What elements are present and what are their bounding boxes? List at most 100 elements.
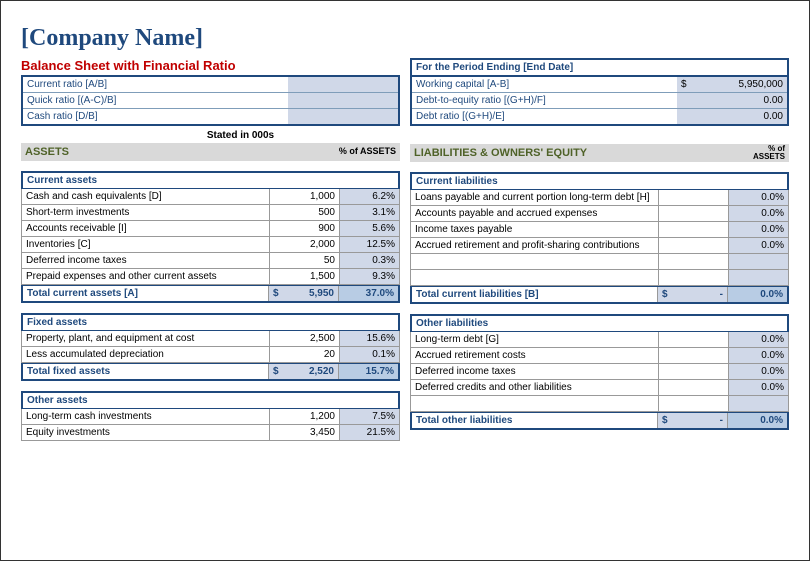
left-ratios-box: Current ratio [A/B]Quick ratio [(A-C)/B]… bbox=[21, 75, 400, 126]
row-pct: 0.0% bbox=[728, 238, 788, 253]
row-pct: 0.0% bbox=[728, 332, 788, 347]
row-label: Inventories [C] bbox=[22, 237, 269, 252]
ratio-row: Cash ratio [D/B] bbox=[23, 109, 398, 124]
row-label: Property, plant, and equipment at cost bbox=[22, 331, 269, 346]
row-value: 1,200 bbox=[269, 409, 339, 424]
total-value: $2,520 bbox=[268, 364, 338, 379]
row-value bbox=[658, 348, 728, 363]
total-value: $5,950 bbox=[268, 286, 338, 301]
table-row: Accrued retirement costs0.0% bbox=[410, 348, 789, 364]
row-value: 20 bbox=[269, 347, 339, 362]
stated-in-000s: Stated in 000s bbox=[21, 126, 400, 143]
table-row: Loans payable and current portion long-t… bbox=[410, 190, 789, 206]
row-label: Short-term investments bbox=[22, 205, 269, 220]
company-title: [Company Name] bbox=[21, 25, 789, 52]
ratio-value bbox=[288, 109, 398, 124]
subtitle: Balance Sheet with Financial Ratio bbox=[21, 58, 400, 73]
table-row: Income taxes payable 0.0% bbox=[410, 222, 789, 238]
table-row: Inventories [C]2,00012.5% bbox=[21, 237, 400, 253]
ratio-value: $5,950,000 bbox=[677, 77, 787, 92]
row-label: Less accumulated depreciation bbox=[22, 347, 269, 362]
total-value: $- bbox=[657, 413, 727, 428]
table-row: Cash and cash equivalents [D]1,0006.2% bbox=[21, 189, 400, 205]
row-pct: 3.1% bbox=[339, 205, 399, 220]
row-value bbox=[658, 206, 728, 221]
spacer-row bbox=[410, 270, 789, 286]
total-pct: 15.7% bbox=[338, 364, 398, 379]
ratio-row: Debt ratio [(G+H)/E]0.00 bbox=[412, 109, 787, 124]
total-pct: 37.0% bbox=[338, 286, 398, 301]
table-row: Accounts receivable [I]9005.6% bbox=[21, 221, 400, 237]
row-value: 1,000 bbox=[269, 189, 339, 204]
row-pct: 0.0% bbox=[728, 206, 788, 221]
ratio-label: Debt-to-equity ratio [(G+H)/F] bbox=[412, 93, 677, 108]
ratio-label: Cash ratio [D/B] bbox=[23, 109, 288, 124]
row-value: 900 bbox=[269, 221, 339, 236]
liab-header-row: LIABILITIES & OWNERS' EQUITY % ofASSETS bbox=[410, 144, 789, 162]
row-pct: 0.0% bbox=[728, 380, 788, 395]
row-label: Income taxes payable bbox=[411, 222, 658, 237]
fixed-assets-head: Fixed assets bbox=[21, 313, 400, 331]
ratio-label: Debt ratio [(G+H)/E] bbox=[412, 109, 677, 124]
row-pct: 15.6% bbox=[339, 331, 399, 346]
table-row: Accrued retirement and profit-sharing co… bbox=[410, 238, 789, 254]
table-row: Prepaid expenses and other current asset… bbox=[21, 269, 400, 285]
table-row: Deferred income taxes 0.0% bbox=[410, 364, 789, 380]
row-label: Prepaid expenses and other current asset… bbox=[22, 269, 269, 284]
row-pct: 6.2% bbox=[339, 189, 399, 204]
row-pct: 0.3% bbox=[339, 253, 399, 268]
row-pct: 0.1% bbox=[339, 347, 399, 362]
table-row: Deferred income taxes500.3% bbox=[21, 253, 400, 269]
table-row: Long-term cash investments1,2007.5% bbox=[21, 409, 400, 425]
ratio-row: Current ratio [A/B] bbox=[23, 77, 398, 93]
table-row: Less accumulated depreciation200.1% bbox=[21, 347, 400, 363]
liab-header: LIABILITIES & OWNERS' EQUITY bbox=[410, 144, 719, 162]
total-row: Total current assets [A]$5,95037.0% bbox=[21, 285, 400, 303]
row-label: Accrued retirement and profit-sharing co… bbox=[411, 238, 658, 253]
row-value: 2,000 bbox=[269, 237, 339, 252]
total-pct: 0.0% bbox=[727, 287, 787, 302]
row-value bbox=[658, 332, 728, 347]
total-value: $- bbox=[657, 287, 727, 302]
total-row: Total other liabilities$-0.0% bbox=[410, 412, 789, 430]
row-label: Long-term cash investments bbox=[22, 409, 269, 424]
pct-assets-header: % of ASSETS bbox=[330, 143, 400, 161]
row-pct: 0.0% bbox=[728, 222, 788, 237]
right-ratios-box: Working capital [A-B]$5,950,000Debt-to-e… bbox=[410, 75, 789, 126]
row-pct: 0.0% bbox=[728, 348, 788, 363]
table-row: Property, plant, and equipment at cost2,… bbox=[21, 331, 400, 347]
row-label: Cash and cash equivalents [D] bbox=[22, 189, 269, 204]
row-value: 50 bbox=[269, 253, 339, 268]
table-row: Short-term investments5003.1% bbox=[21, 205, 400, 221]
ratio-row: Working capital [A-B]$5,950,000 bbox=[412, 77, 787, 93]
ratio-label: Working capital [A-B] bbox=[412, 77, 677, 92]
row-value: 1,500 bbox=[269, 269, 339, 284]
row-label: Deferred income taxes bbox=[22, 253, 269, 268]
row-label: Loans payable and current portion long-t… bbox=[411, 190, 658, 205]
ratio-value: 0.00 bbox=[677, 109, 787, 124]
spacer-row bbox=[410, 396, 789, 412]
row-pct: 9.3% bbox=[339, 269, 399, 284]
assets-header-row: ASSETS % of ASSETS bbox=[21, 143, 400, 161]
row-value bbox=[658, 190, 728, 205]
table-row: Deferred credits and other liabilities 0.… bbox=[410, 380, 789, 396]
assets-header: ASSETS bbox=[21, 143, 330, 161]
ratio-value: 0.00 bbox=[677, 93, 787, 108]
row-label: Deferred credits and other liabilities bbox=[411, 380, 658, 395]
total-label: Total current liabilities [B] bbox=[412, 287, 657, 302]
row-pct: 0.0% bbox=[728, 364, 788, 379]
row-pct: 5.6% bbox=[339, 221, 399, 236]
ratio-row: Debt-to-equity ratio [(G+H)/F]0.00 bbox=[412, 93, 787, 109]
ratio-value bbox=[288, 93, 398, 108]
row-label: Deferred income taxes bbox=[411, 364, 658, 379]
row-value: 500 bbox=[269, 205, 339, 220]
row-value bbox=[658, 238, 728, 253]
row-label: Equity investments bbox=[22, 425, 269, 440]
current-liab-head: Current liabilities bbox=[410, 172, 789, 190]
row-value bbox=[658, 364, 728, 379]
row-label: Long-term debt [G] bbox=[411, 332, 658, 347]
total-label: Total fixed assets bbox=[23, 364, 268, 379]
ratio-label: Quick ratio [(A-C)/B] bbox=[23, 93, 288, 108]
ratio-row: Quick ratio [(A-C)/B] bbox=[23, 93, 398, 109]
spacer-row bbox=[410, 254, 789, 270]
